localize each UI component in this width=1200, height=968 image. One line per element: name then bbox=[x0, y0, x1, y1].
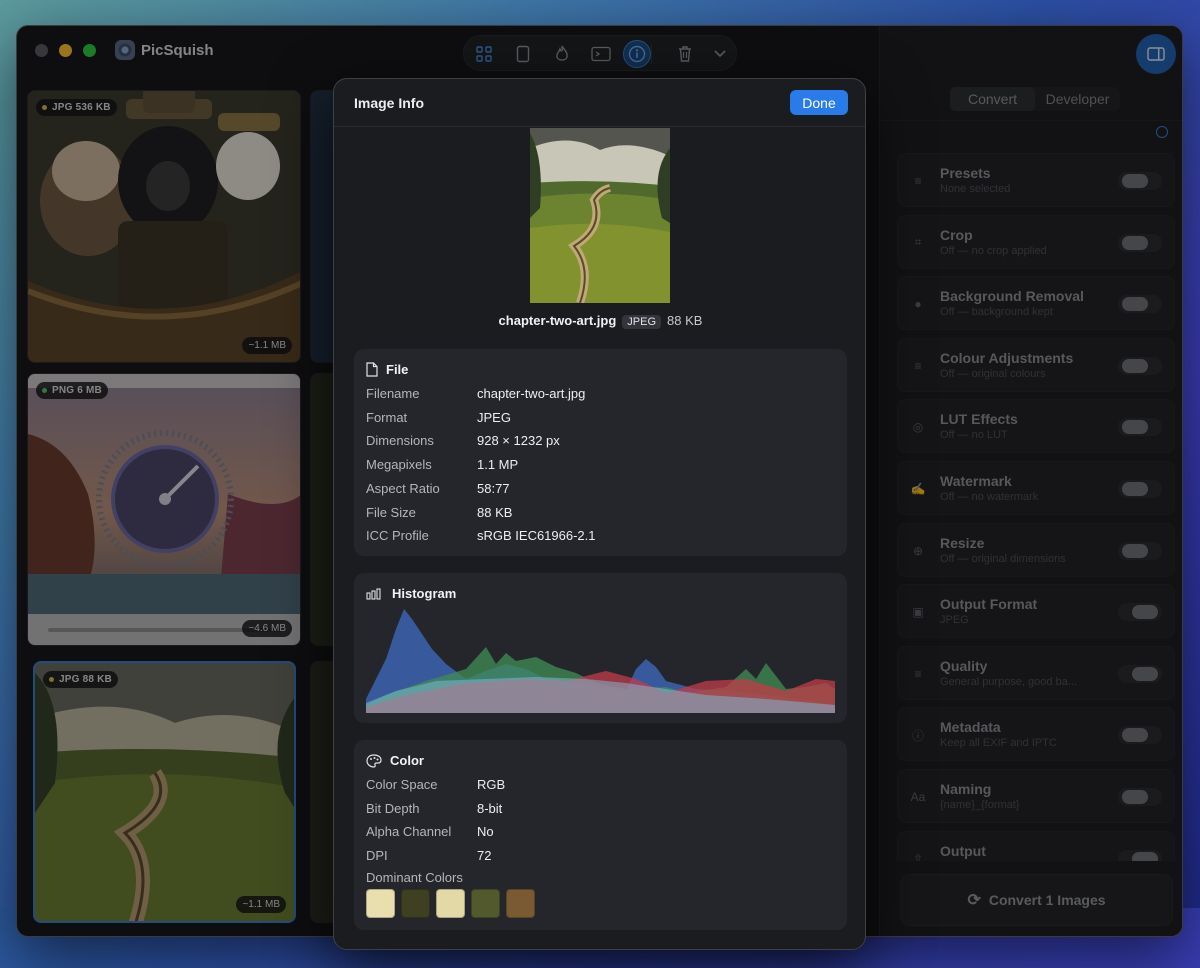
info-row: Bit Depth 8-bit bbox=[366, 801, 502, 816]
histogram-chart bbox=[366, 609, 835, 713]
info-row: Alpha Channel No bbox=[366, 824, 494, 839]
histogram-section-header: Histogram bbox=[366, 586, 456, 601]
file-name: chapter-two-art.jpg bbox=[498, 313, 617, 328]
info-value: 58:77 bbox=[477, 480, 510, 496]
image-info-dialog: Image Info Done chapter-two-art.jpg JPEG 8… bbox=[333, 78, 866, 950]
landscape-preview-image bbox=[530, 128, 670, 303]
info-key: DPI bbox=[366, 847, 388, 863]
info-value: JPEG bbox=[477, 409, 511, 425]
info-row: Filename chapter-two-art.jpg bbox=[366, 386, 585, 401]
info-key: Dimensions bbox=[366, 433, 434, 449]
dominant-color-swatch bbox=[436, 889, 465, 918]
dominant-colors-label: Dominant Colors bbox=[366, 870, 463, 885]
dominant-color-swatch bbox=[506, 889, 535, 918]
histogram-section-title: Histogram bbox=[392, 586, 457, 601]
info-value: chapter-two-art.jpg bbox=[477, 386, 586, 401]
info-key: ICC Profile bbox=[366, 528, 429, 544]
info-key: Bit Depth bbox=[366, 800, 420, 816]
info-value: 88 KB bbox=[477, 504, 513, 520]
info-row: Dimensions 928 × 1232 px bbox=[366, 433, 560, 448]
histogram-icon bbox=[366, 587, 381, 600]
info-value: No bbox=[477, 824, 494, 839]
info-value: 72 bbox=[477, 847, 492, 863]
dominant-color-swatch bbox=[401, 889, 430, 918]
info-key: Aspect Ratio bbox=[366, 480, 440, 496]
file-summary: chapter-two-art.jpg JPEG 88 KB bbox=[334, 313, 865, 329]
info-key: Color Space bbox=[366, 777, 438, 792]
dialog-title: Image Info bbox=[354, 95, 425, 111]
dialog-header: Image Info Done bbox=[334, 79, 865, 127]
done-button[interactable]: Done bbox=[790, 90, 848, 115]
info-row: Aspect Ratio 58:77 bbox=[366, 481, 510, 496]
file-section-header: File bbox=[366, 362, 408, 377]
info-value: 8-bit bbox=[477, 800, 503, 816]
info-key: Megapixels bbox=[366, 457, 432, 473]
file-section: File Filename chapter-two-art.jpg Format JP… bbox=[354, 349, 847, 556]
info-key: File Size bbox=[366, 504, 416, 520]
file-section-title: File bbox=[386, 362, 409, 377]
info-value: sRGB IEC61966-2.1 bbox=[477, 528, 596, 544]
color-section: Color Color Space RGB Bit Depth 8-bit Alpha … bbox=[354, 740, 847, 930]
image-preview bbox=[530, 128, 670, 303]
color-section-title: Color bbox=[390, 753, 424, 768]
palette-icon bbox=[366, 753, 382, 768]
info-value: 928 × 1232 px bbox=[477, 433, 560, 449]
color-section-header: Color bbox=[366, 753, 424, 768]
histogram-section: Histogram bbox=[354, 573, 847, 723]
dominant-color-swatch bbox=[471, 889, 500, 918]
info-row: Color Space RGB bbox=[366, 777, 505, 792]
info-row: DPI 72 bbox=[366, 848, 491, 863]
info-key: Filename bbox=[366, 386, 420, 401]
info-key: Alpha Channel bbox=[366, 824, 452, 839]
format-badge: JPEG bbox=[622, 315, 662, 329]
document-icon bbox=[366, 362, 378, 377]
info-key: Format bbox=[366, 409, 408, 425]
info-row: ICC Profile sRGB IEC61966-2.1 bbox=[366, 528, 596, 543]
info-value: 1.1 MP bbox=[477, 457, 519, 473]
file-size: 88 KB bbox=[667, 313, 703, 328]
info-row: Megapixels 1.1 MP bbox=[366, 457, 518, 472]
dominant-color-swatch bbox=[366, 889, 395, 918]
info-row: File Size 88 KB bbox=[366, 505, 512, 520]
info-row: Format JPEG bbox=[366, 410, 511, 425]
info-value: RGB bbox=[477, 777, 506, 792]
